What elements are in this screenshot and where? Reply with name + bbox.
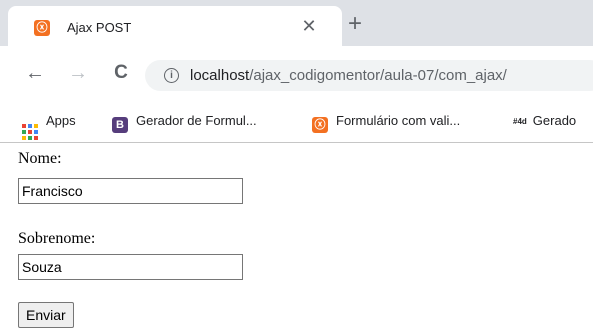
bookmark-label: Gerador de Formul... (136, 113, 257, 128)
bookmark-label: Formulário com vali... (336, 113, 461, 128)
sobrenome-label: Sobrenome: (18, 230, 96, 247)
bookmark-label: Gerado (532, 113, 577, 128)
close-tab-icon[interactable]: ✕ (300, 17, 318, 35)
xampp-icon: ⓧ (312, 117, 328, 133)
url-path: /ajax_codigomentor/aula-07/com_ajax/ (249, 67, 507, 84)
browser-toolbar: ← → C i localhost/ajax_codigomentor/aula… (0, 46, 593, 100)
bookmark-formulario-vali[interactable]: ⓧ Formulário com vali... (312, 112, 461, 133)
bookmark-label: Apps (46, 113, 76, 128)
bookmark-gerado[interactable]: #4d Gerado (513, 112, 576, 130)
hash-4d-icon: #4d (513, 117, 527, 126)
tab-strip: ⓧ Ajax POST ✕ + (0, 0, 593, 46)
bookmark-gerador-formul[interactable]: B Gerador de Formul... (112, 112, 257, 133)
xampp-favicon-icon: ⓧ (34, 20, 50, 36)
nome-label: Nome: (18, 150, 62, 167)
url-text[interactable]: localhost/ajax_codigomentor/aula-07/com_… (190, 67, 507, 84)
back-arrow-icon[interactable]: ← (24, 62, 46, 84)
info-icon[interactable]: i (164, 68, 179, 83)
reload-icon[interactable]: C (110, 62, 132, 84)
bookmark-apps[interactable]: Apps (22, 112, 76, 140)
forward-arrow-icon[interactable]: → (67, 62, 89, 84)
bookmarks-bar: Apps B Gerador de Formul... ⓧ Formulário c… (0, 100, 593, 143)
address-bar[interactable]: i localhost/ajax_codigomentor/aula-07/co… (145, 60, 593, 91)
bootstrap-b-icon: B (112, 117, 128, 133)
browser-tab[interactable]: ⓧ Ajax POST ✕ (8, 6, 342, 46)
new-tab-icon[interactable]: + (345, 12, 365, 36)
nome-input[interactable]: Francisco (18, 178, 243, 204)
sobrenome-input[interactable]: Souza (18, 254, 243, 280)
tab-title: Ajax POST (67, 20, 132, 35)
enviar-button[interactable]: Enviar (18, 302, 74, 328)
apps-grid-icon (22, 124, 38, 140)
url-host: localhost (190, 67, 250, 84)
